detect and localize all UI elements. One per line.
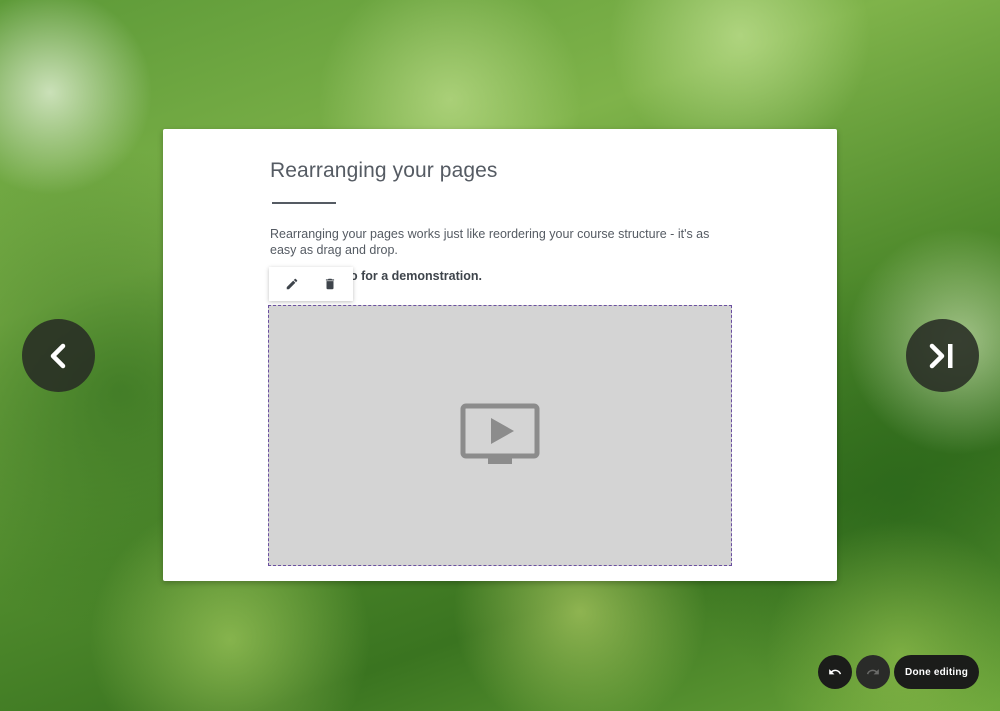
intro-text: Rearranging your pages works just like r… (270, 227, 710, 257)
delete-block-button[interactable] (316, 270, 344, 298)
undo-button[interactable] (818, 655, 853, 689)
edit-block-button[interactable] (278, 270, 306, 298)
pencil-icon (287, 278, 298, 290)
redo-button[interactable] (856, 655, 891, 689)
skip-next-icon (929, 343, 952, 368)
redo-icon (866, 669, 879, 675)
instruction-text: o for a demonstration. (350, 269, 482, 283)
editing-controls: Done editing (818, 655, 979, 689)
trash-icon (325, 278, 334, 290)
title-divider (272, 202, 336, 204)
chevron-left-icon (50, 343, 65, 368)
block-toolbar (269, 267, 353, 301)
video-block[interactable] (268, 305, 732, 566)
previous-page-button[interactable] (22, 319, 95, 392)
done-editing-button[interactable]: Done editing (894, 655, 979, 689)
undo-icon (829, 669, 842, 675)
video-placeholder-icon (460, 403, 540, 464)
next-page-button[interactable] (906, 319, 979, 392)
lesson-card: Rearranging your pages Rearranging your … (163, 129, 837, 581)
page-title: Rearranging your pages (270, 159, 498, 182)
